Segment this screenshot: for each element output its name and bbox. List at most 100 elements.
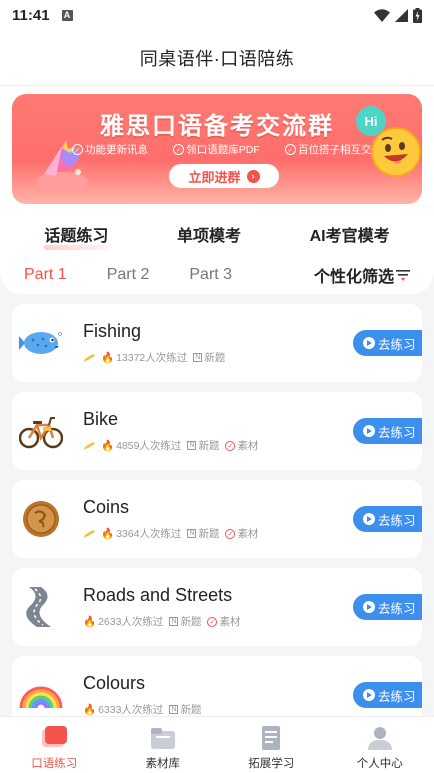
fire-icon: 🔥 xyxy=(83,616,97,628)
new-tag-text: 新题 xyxy=(198,528,220,540)
banner-feature: ✓ 功能更新讯息 xyxy=(72,142,148,157)
topic-card[interactable]: Bike 🔥 4859人次练过 N 新题 ✓ 素材 去练习 xyxy=(12,392,422,470)
play-icon xyxy=(363,425,375,437)
nav-extended-learning[interactable]: 拓展学习 xyxy=(231,723,311,771)
bike-icon xyxy=(16,406,66,456)
nav-label: 素材库 xyxy=(145,758,181,770)
new-tag-text: 新题 xyxy=(180,616,202,628)
notification-a-icon: A xyxy=(61,9,73,21)
nav-personal-center[interactable]: 个人中心 xyxy=(340,723,420,771)
topic-card[interactable]: Roads and Streets 🔥 2633人次练过 N 新题 ✓ 素材 去… xyxy=(12,568,422,646)
practice-count: 🔥 3364人次练过 xyxy=(101,526,181,541)
tab-part-1[interactable]: Part 1 xyxy=(24,266,67,284)
filter-icon xyxy=(396,270,410,281)
rainbow-icon xyxy=(16,670,66,720)
material-tag-text: 素材 xyxy=(237,440,259,452)
practice-button-label: 去练习 xyxy=(378,425,416,440)
tab-ai-examiner-mock[interactable]: AI考官模考 xyxy=(310,222,390,250)
status-bar: 11:41 A xyxy=(0,0,434,30)
filter-label: 个性化筛选 xyxy=(313,269,394,286)
user-icon xyxy=(367,727,392,750)
play-icon xyxy=(363,513,375,525)
play-icon xyxy=(363,337,375,349)
pencil-icon xyxy=(83,529,95,538)
new-icon: N xyxy=(187,529,197,538)
fire-icon: 🔥 xyxy=(101,440,115,452)
status-time: 11:41 xyxy=(12,6,50,24)
main-tabs: 话题练习 单项模考 AI考官模考 xyxy=(0,222,434,250)
practice-button-label: 去练习 xyxy=(378,337,416,352)
practice-button[interactable]: 去练习 xyxy=(353,330,422,356)
fire-icon: 🔥 xyxy=(101,352,115,364)
topic-card[interactable]: Coins 🔥 3364人次练过 N 新题 ✓ 素材 去练习 xyxy=(12,480,422,558)
banner-features: ✓ 功能更新讯息 ✓ 领口语题库PDF ✓ 百位搭子相互交流 xyxy=(72,142,382,157)
part-tabs: Part 1 Part 2 Part 3 个性化筛选 xyxy=(0,262,434,288)
practice-button[interactable]: 去练习 xyxy=(353,418,422,444)
nav-material-library[interactable]: 素材库 xyxy=(123,723,203,771)
practice-count-text: 2633人次练过 xyxy=(98,616,164,628)
battery-icon xyxy=(413,7,422,23)
nav-speaking-practice[interactable]: 口语练习 xyxy=(14,723,94,771)
play-icon xyxy=(363,601,375,613)
wechat-group-banner[interactable]: 雅思口语备考交流群 ✓ 功能更新讯息 ✓ 领口语题库PDF ✓ 百位搭子相互交流… xyxy=(12,94,422,204)
practice-count: 🔥 6333人次练过 xyxy=(83,702,163,717)
material-tag-text: 素材 xyxy=(219,616,241,628)
pencil-icon xyxy=(83,353,95,362)
nav-label: 拓展学习 xyxy=(248,758,295,770)
nav-label: 口语练习 xyxy=(31,758,78,770)
material-tag-text: 素材 xyxy=(237,528,259,540)
material-check-icon: ✓ xyxy=(207,616,218,627)
book-icon xyxy=(262,726,281,750)
speaking-practice-icon xyxy=(42,726,68,747)
check-icon: ✓ xyxy=(72,144,83,155)
new-tag: N 新题 xyxy=(187,526,219,541)
fire-icon: 🔥 xyxy=(83,704,97,716)
check-icon: ✓ xyxy=(173,144,185,155)
topic-card[interactable]: Fishing 🔥 13372人次练过 N 新题 去练习 xyxy=(12,304,422,382)
page-title: 同桌语伴·口语陪练 xyxy=(139,48,295,69)
material-tag: ✓ 素材 xyxy=(225,526,258,541)
new-tag-text: 新题 xyxy=(180,704,202,716)
practice-count: 🔥 2633人次练过 xyxy=(83,614,163,629)
practice-count: 🔥 4859人次练过 xyxy=(101,438,181,453)
banner-feature-text: 领口语题库PDF xyxy=(186,144,260,156)
practice-button[interactable]: 去练习 xyxy=(353,682,422,708)
material-tag: ✓ 素材 xyxy=(225,438,258,453)
tab-part-2[interactable]: Part 2 xyxy=(107,266,150,284)
practice-button[interactable]: 去练习 xyxy=(353,594,422,620)
new-icon: N xyxy=(193,353,203,362)
tab-topic-practice[interactable]: 话题练习 xyxy=(44,222,109,250)
bottom-nav: 口语练习 素材库 拓展学习 个人中心 xyxy=(0,716,434,773)
tab-single-mock[interactable]: 单项模考 xyxy=(177,222,241,250)
material-check-icon: ✓ xyxy=(225,528,236,539)
material-check-icon: ✓ xyxy=(225,440,236,451)
tab-part-3[interactable]: Part 3 xyxy=(189,266,232,284)
practice-count-text: 4859人次练过 xyxy=(116,440,182,452)
arrow-right-icon: › xyxy=(246,169,260,183)
fish-icon xyxy=(16,318,66,368)
fire-icon: 🔥 xyxy=(101,528,115,540)
practice-count-text: 13372人次练过 xyxy=(116,352,188,364)
smiley-face-icon xyxy=(371,127,421,177)
play-icon xyxy=(363,689,375,701)
check-icon: ✓ xyxy=(285,144,296,155)
top-section: 雅思口语备考交流群 ✓ 功能更新讯息 ✓ 领口语题库PDF ✓ 百位搭子相互交流… xyxy=(0,86,434,294)
new-tag-text: 新题 xyxy=(204,352,226,364)
coin-icon xyxy=(16,494,66,544)
practice-button[interactable]: 去练习 xyxy=(353,506,422,532)
filter-button[interactable]: 个性化筛选 xyxy=(314,263,410,287)
new-icon: N xyxy=(169,705,179,714)
practice-count-text: 3364人次练过 xyxy=(116,528,182,540)
nav-label: 个人中心 xyxy=(356,758,403,770)
practice-button-label: 去练习 xyxy=(378,513,416,528)
new-icon: N xyxy=(187,441,197,450)
wifi-icon xyxy=(374,8,390,22)
folder-icon xyxy=(150,728,175,749)
road-icon xyxy=(16,582,66,632)
new-tag: N 新题 xyxy=(193,350,225,365)
join-group-button[interactable]: 立即进群 › xyxy=(169,164,279,188)
banner-feature-text: 功能更新讯息 xyxy=(85,144,148,156)
new-tag: N 新题 xyxy=(169,702,201,717)
new-tag: N 新题 xyxy=(187,438,219,453)
join-group-label: 立即进群 xyxy=(188,169,241,185)
